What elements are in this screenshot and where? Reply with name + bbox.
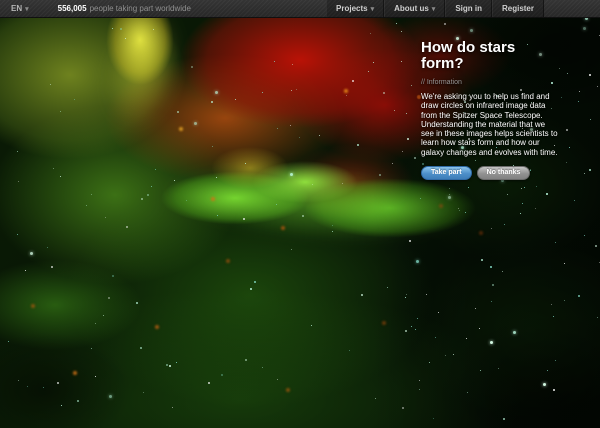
participation-stats: 556,005people taking part worldwide bbox=[58, 0, 326, 17]
button-row: Take part No thanks bbox=[421, 166, 559, 180]
page-title: How do stars form? bbox=[421, 40, 529, 72]
no-thanks-button[interactable]: No thanks bbox=[477, 166, 531, 180]
nav-about-us[interactable]: About us▾ bbox=[384, 0, 445, 17]
nav-projects[interactable]: Projects▾ bbox=[326, 0, 384, 17]
take-part-button[interactable]: Take part bbox=[421, 166, 472, 180]
chevron-down-icon: ▾ bbox=[432, 6, 436, 13]
nav-sign-in-label: Sign in bbox=[455, 4, 482, 13]
top-navigation-bar: EN▾ 556,005people taking part worldwide … bbox=[0, 0, 600, 18]
nav-about-us-label: About us bbox=[394, 4, 429, 13]
participant-count: 556,005 bbox=[58, 4, 87, 13]
nav-register-label: Register bbox=[502, 4, 534, 13]
nav-register[interactable]: Register bbox=[492, 0, 544, 17]
nav-sign-in[interactable]: Sign in bbox=[445, 0, 492, 17]
language-selector[interactable]: EN▾ bbox=[0, 0, 37, 17]
info-panel: How do stars form? // Information We're … bbox=[421, 40, 559, 180]
main-nav: Projects▾ About us▾ Sign in Register bbox=[326, 0, 600, 17]
language-label: EN bbox=[11, 4, 22, 13]
project-description: We're asking you to help us find and dra… bbox=[421, 92, 559, 157]
section-label: // Information bbox=[421, 79, 559, 86]
nav-projects-label: Projects bbox=[336, 4, 368, 13]
chevron-down-icon: ▾ bbox=[371, 6, 375, 13]
participant-text: people taking part worldwide bbox=[90, 4, 191, 13]
chevron-down-icon: ▾ bbox=[25, 6, 29, 13]
nav-spacer bbox=[544, 0, 600, 17]
